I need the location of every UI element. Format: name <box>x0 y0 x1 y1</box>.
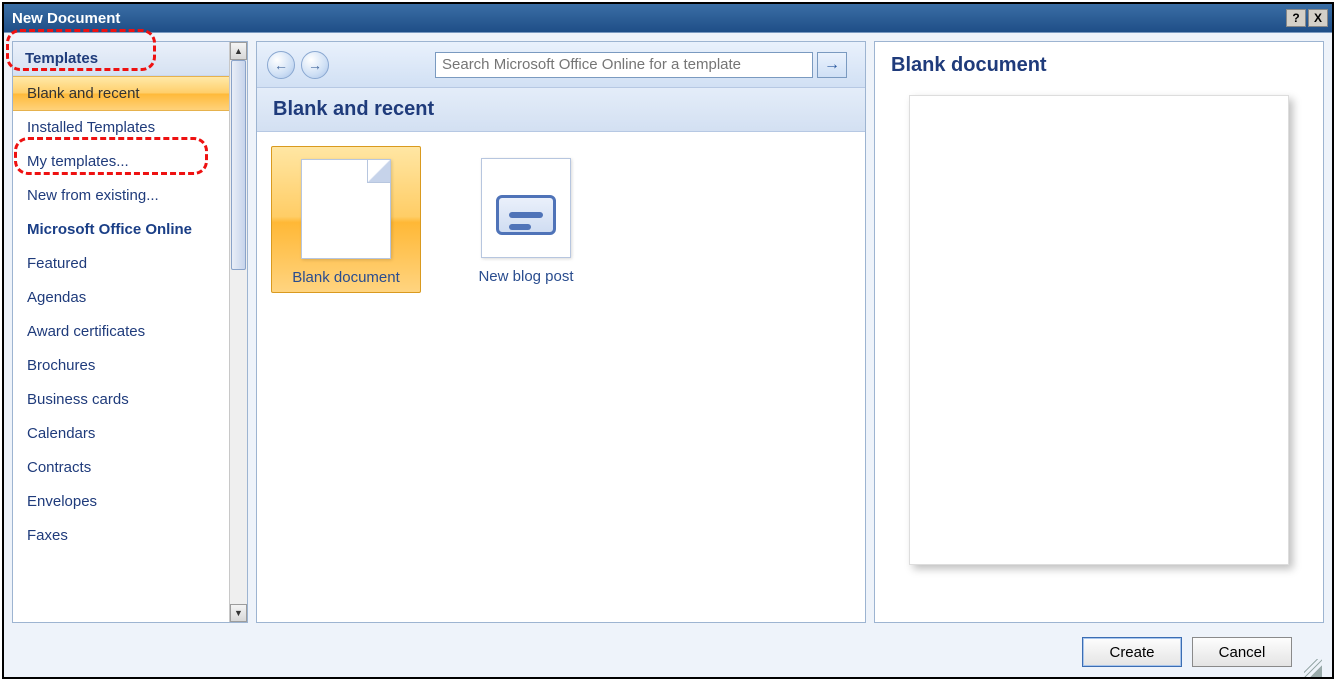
blog-post-icon <box>481 158 571 258</box>
cancel-label: Cancel <box>1219 644 1266 661</box>
sidebar-item-business-cards[interactable]: Business cards <box>13 383 229 417</box>
help-button[interactable]: ? <box>1286 9 1306 27</box>
close-button[interactable]: X <box>1308 9 1328 27</box>
template-label: New blog post <box>457 268 595 285</box>
dialog-body: Templates Blank and recent Installed Tem… <box>4 32 1332 677</box>
resize-grip[interactable] <box>1304 659 1322 677</box>
sidebar-item-my-templates[interactable]: My templates... <box>13 145 229 179</box>
sidebar-item-envelopes[interactable]: Envelopes <box>13 485 229 519</box>
forward-button[interactable]: → <box>301 51 329 79</box>
scroll-up-button[interactable]: ▲ <box>230 42 247 60</box>
chevron-down-icon: ▼ <box>234 608 243 618</box>
scroll-down-button[interactable]: ▼ <box>230 604 247 622</box>
templates-sidebar: Templates Blank and recent Installed Tem… <box>12 41 248 623</box>
templates-list: Templates Blank and recent Installed Tem… <box>13 42 229 622</box>
template-blank-document[interactable]: Blank document <box>271 146 421 293</box>
chevron-up-icon: ▲ <box>234 46 243 56</box>
window-title: New Document <box>12 10 120 27</box>
section-header: Blank and recent <box>257 88 865 132</box>
template-label: Blank document <box>278 269 414 286</box>
help-icon: ? <box>1292 11 1299 25</box>
arrow-left-icon: ← <box>274 57 288 73</box>
search-go-button[interactable]: → <box>817 52 847 78</box>
search-input[interactable] <box>435 52 813 78</box>
arrow-right-icon: → <box>308 57 322 73</box>
arrow-right-icon: → <box>824 56 840 74</box>
preview-canvas <box>891 95 1307 610</box>
sidebar-item-featured[interactable]: Featured <box>13 247 229 281</box>
sidebar-item-contracts[interactable]: Contracts <box>13 451 229 485</box>
cancel-button[interactable]: Cancel <box>1192 637 1292 667</box>
close-icon: X <box>1314 11 1322 25</box>
dialog-footer: Create Cancel <box>4 627 1332 677</box>
template-gallery: Blank document New blog post <box>257 132 865 622</box>
preview-pane: Blank document <box>874 41 1324 623</box>
scroll-thumb[interactable] <box>231 60 246 270</box>
sidebar-item-installed-templates[interactable]: Installed Templates <box>13 111 229 145</box>
sidebar-item-calendars[interactable]: Calendars <box>13 417 229 451</box>
sidebar-item-award-certificates[interactable]: Award certificates <box>13 315 229 349</box>
preview-title: Blank document <box>891 54 1307 77</box>
search-wrap: → <box>435 52 847 78</box>
new-document-dialog: New Document ? X Templates Blank and rec… <box>2 2 1334 679</box>
templates-header: Templates <box>13 42 229 76</box>
page-preview <box>909 95 1289 565</box>
sidebar-item-agendas[interactable]: Agendas <box>13 281 229 315</box>
document-icon <box>301 159 391 259</box>
content-row: Templates Blank and recent Installed Tem… <box>4 33 1332 627</box>
sidebar-scrollbar[interactable]: ▲ ▼ <box>229 42 247 622</box>
main-pane: ← → → Blank and recent Blank document <box>256 41 866 623</box>
scroll-track[interactable] <box>230 60 247 604</box>
sidebar-item-new-from-existing[interactable]: New from existing... <box>13 179 229 213</box>
sidebar-item-blank-and-recent[interactable]: Blank and recent <box>13 76 229 111</box>
sidebar-item-office-online-header[interactable]: Microsoft Office Online <box>13 213 229 247</box>
create-button[interactable]: Create <box>1082 637 1182 667</box>
sidebar-item-faxes[interactable]: Faxes <box>13 519 229 553</box>
back-button[interactable]: ← <box>267 51 295 79</box>
template-new-blog-post[interactable]: New blog post <box>451 146 601 291</box>
sidebar-item-brochures[interactable]: Brochures <box>13 349 229 383</box>
titlebar: New Document ? X <box>4 4 1332 32</box>
toolbar: ← → → <box>257 42 865 88</box>
create-label: Create <box>1109 644 1154 661</box>
